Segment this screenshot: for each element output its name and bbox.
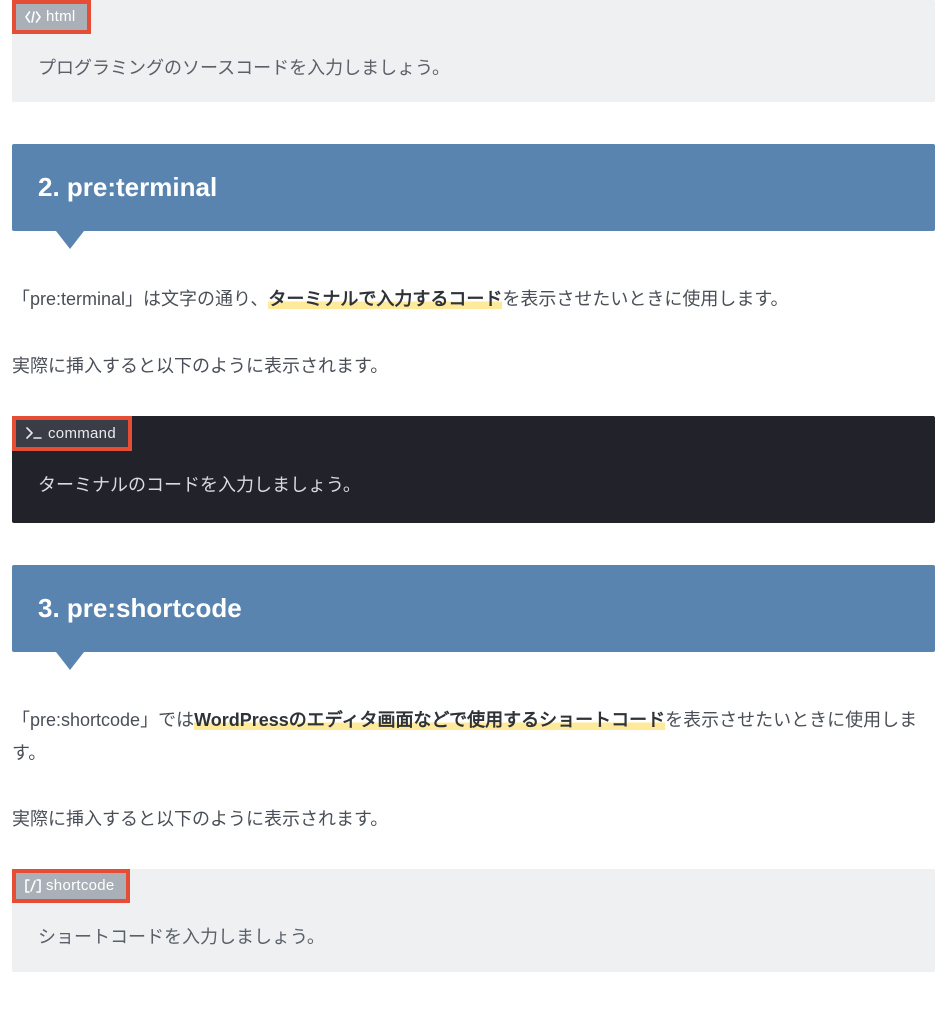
highlight-box: shortcode	[12, 869, 130, 903]
codeblock-html: html プログラミングのソースコードを入力しましょう。	[12, 0, 935, 102]
codeblock-label-text: html	[46, 9, 76, 24]
text: 「pre:terminal」は文字の通り、	[12, 289, 268, 309]
highlighted-text: ターミナルで入力するコード	[268, 289, 502, 309]
highlighted-text: WordPressのエディタ画面などで使用するショートコード	[194, 710, 665, 730]
text: を表示させたいときに使用します。	[502, 289, 788, 309]
highlight-box: command	[12, 416, 132, 451]
paragraph: 実際に挿入すると以下のように表示されます。	[12, 803, 935, 835]
section-heading-3: 3. pre:shortcode	[12, 565, 935, 652]
codeblock-body: プログラミングのソースコードを入力しましょう。	[12, 34, 935, 84]
codeblock-label: command	[16, 420, 128, 447]
paragraph: 「pre:shortcode」ではWordPressのエディタ画面などで使用する…	[12, 704, 935, 769]
codeblock-label: shortcode	[16, 873, 126, 899]
codeblock-body: ターミナルのコードを入力しましょう。	[12, 451, 935, 501]
codeblock-terminal: command ターミナルのコードを入力しましょう。	[12, 416, 935, 523]
paragraph: 「pre:terminal」は文字の通り、ターミナルで入力するコードを表示させた…	[12, 283, 935, 315]
codeblock-shortcode: shortcode ショートコードを入力しましょう。	[12, 869, 935, 971]
codeblock-label-text: shortcode	[46, 878, 115, 893]
codeblock-label-text: command	[48, 426, 116, 441]
section-heading-2: 2. pre:terminal	[12, 144, 935, 231]
codeblock-label: html	[16, 4, 87, 30]
shortcode-icon	[25, 879, 41, 893]
code-icon	[25, 11, 41, 23]
text: 「pre:shortcode」では	[12, 710, 194, 730]
codeblock-body: ショートコードを入力しましょう。	[12, 903, 935, 953]
highlight-box: html	[12, 0, 91, 34]
terminal-icon	[26, 427, 42, 439]
paragraph: 実際に挿入すると以下のように表示されます。	[12, 350, 935, 382]
